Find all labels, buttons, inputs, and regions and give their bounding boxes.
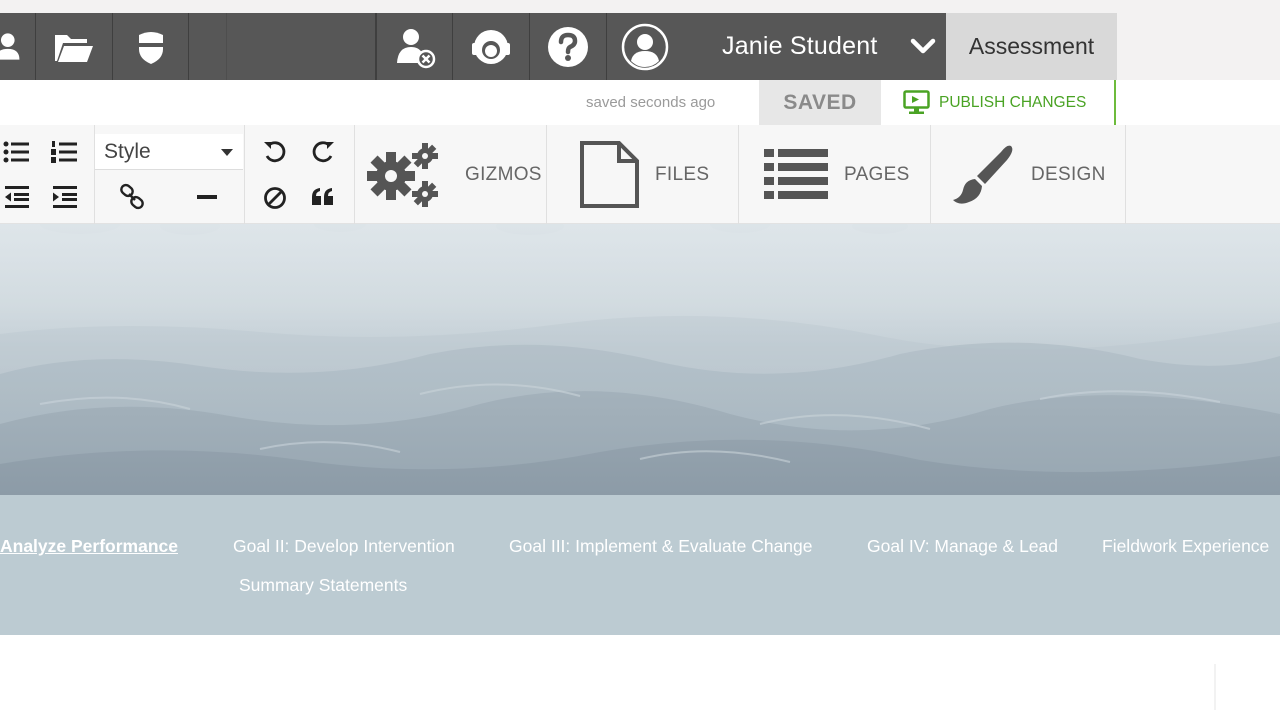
quote-icon [312, 188, 333, 205]
saved-badge: SAVED [759, 80, 881, 125]
numbered-list-button[interactable] [50, 137, 80, 167]
publish-changes-button[interactable]: PUBLISH CHANGES [881, 80, 1116, 125]
undo-icon [264, 141, 286, 163]
numbered-list-icon [51, 141, 77, 163]
pages-label: PAGES [844, 163, 910, 185]
nav-item-summary-statements[interactable]: Summary Statements [239, 575, 407, 596]
badge-icon [136, 31, 165, 64]
gears-icon [367, 142, 438, 207]
redo-icon [312, 141, 334, 163]
monitor-icon [903, 90, 930, 114]
link-button[interactable] [117, 182, 147, 212]
undo-button[interactable] [260, 137, 290, 167]
design-button[interactable]: DESIGN [931, 125, 1126, 224]
file-icon [580, 140, 639, 208]
nav-item-fieldwork-experience[interactable]: Fieldwork Experience [1102, 536, 1280, 557]
profile-avatar-button[interactable] [607, 13, 683, 80]
chevron-down-icon[interactable] [910, 33, 936, 59]
support-button[interactable] [453, 13, 530, 80]
user-name-menu[interactable]: Janie Student [722, 13, 878, 80]
indent-icon [53, 186, 77, 208]
save-status-row: saved seconds ago SAVED PUBLISH CHANGES [0, 80, 1280, 125]
page-edge-marker [1214, 664, 1216, 710]
users-button[interactable] [0, 13, 36, 80]
avatar-icon [621, 23, 669, 70]
files-folder-button[interactable] [36, 13, 113, 80]
site-navigation: Analyze Performance Goal II: Develop Int… [0, 495, 1280, 635]
pages-list-icon [764, 148, 828, 199]
clear-formatting-icon [264, 187, 286, 209]
publish-changes-label: PUBLISH CHANGES [939, 93, 1087, 111]
folder-icon [55, 34, 93, 62]
blockquote-button[interactable] [308, 182, 338, 212]
bullet-list-button[interactable] [2, 137, 32, 167]
design-label: DESIGN [1031, 163, 1106, 185]
files-label: FILES [655, 163, 710, 185]
help-icon [548, 26, 588, 67]
gizmos-button[interactable]: GIZMOS [355, 125, 547, 224]
horizontal-rule-icon [197, 195, 217, 199]
bullet-list-icon [3, 141, 29, 163]
toolbar-spacer [189, 13, 227, 80]
outdent-icon [5, 186, 29, 208]
outdent-button[interactable] [2, 182, 32, 212]
style-select-value: Style [104, 140, 151, 163]
nav-item-manage-lead[interactable]: Goal IV: Manage & Lead [867, 536, 1058, 557]
ocean-waves-image [0, 224, 1280, 495]
link-icon [120, 183, 144, 210]
redo-button[interactable] [308, 137, 338, 167]
gizmos-label: GIZMOS [465, 163, 542, 185]
paintbrush-icon [953, 145, 1013, 204]
list-format-group [0, 125, 95, 224]
window-top-strip [0, 0, 1280, 13]
history-group [245, 125, 355, 224]
style-select[interactable]: Style [95, 134, 243, 170]
assessment-tab[interactable]: Assessment [946, 13, 1117, 80]
pages-button[interactable]: PAGES [739, 125, 931, 224]
files-button[interactable]: FILES [547, 125, 739, 224]
caret-down-icon [221, 149, 233, 156]
clear-formatting-button[interactable] [260, 183, 290, 213]
remove-user-button[interactable] [376, 13, 453, 80]
horizontal-rule-button[interactable] [192, 182, 222, 212]
badge-button[interactable] [113, 13, 189, 80]
top-bar: Janie Student Assessment [0, 13, 1280, 80]
user-group-icon [0, 33, 20, 60]
support-agent-icon [472, 29, 510, 64]
editor-toolbar: Style GIZMOS FILES PAGES DESIGN [0, 125, 1280, 224]
toolbar-empty-slot [227, 13, 376, 80]
help-button[interactable] [530, 13, 607, 80]
remove-user-icon [396, 28, 435, 68]
nav-item-develop-intervention[interactable]: Goal II: Develop Intervention [233, 536, 455, 557]
nav-item-implement-evaluate-change[interactable]: Goal III: Implement & Evaluate Change [509, 536, 813, 557]
nav-item-analyze-performance[interactable]: Analyze Performance [0, 536, 178, 557]
indent-button[interactable] [50, 182, 80, 212]
header-banner-image [0, 224, 1280, 495]
saved-timestamp: saved seconds ago [586, 94, 716, 111]
